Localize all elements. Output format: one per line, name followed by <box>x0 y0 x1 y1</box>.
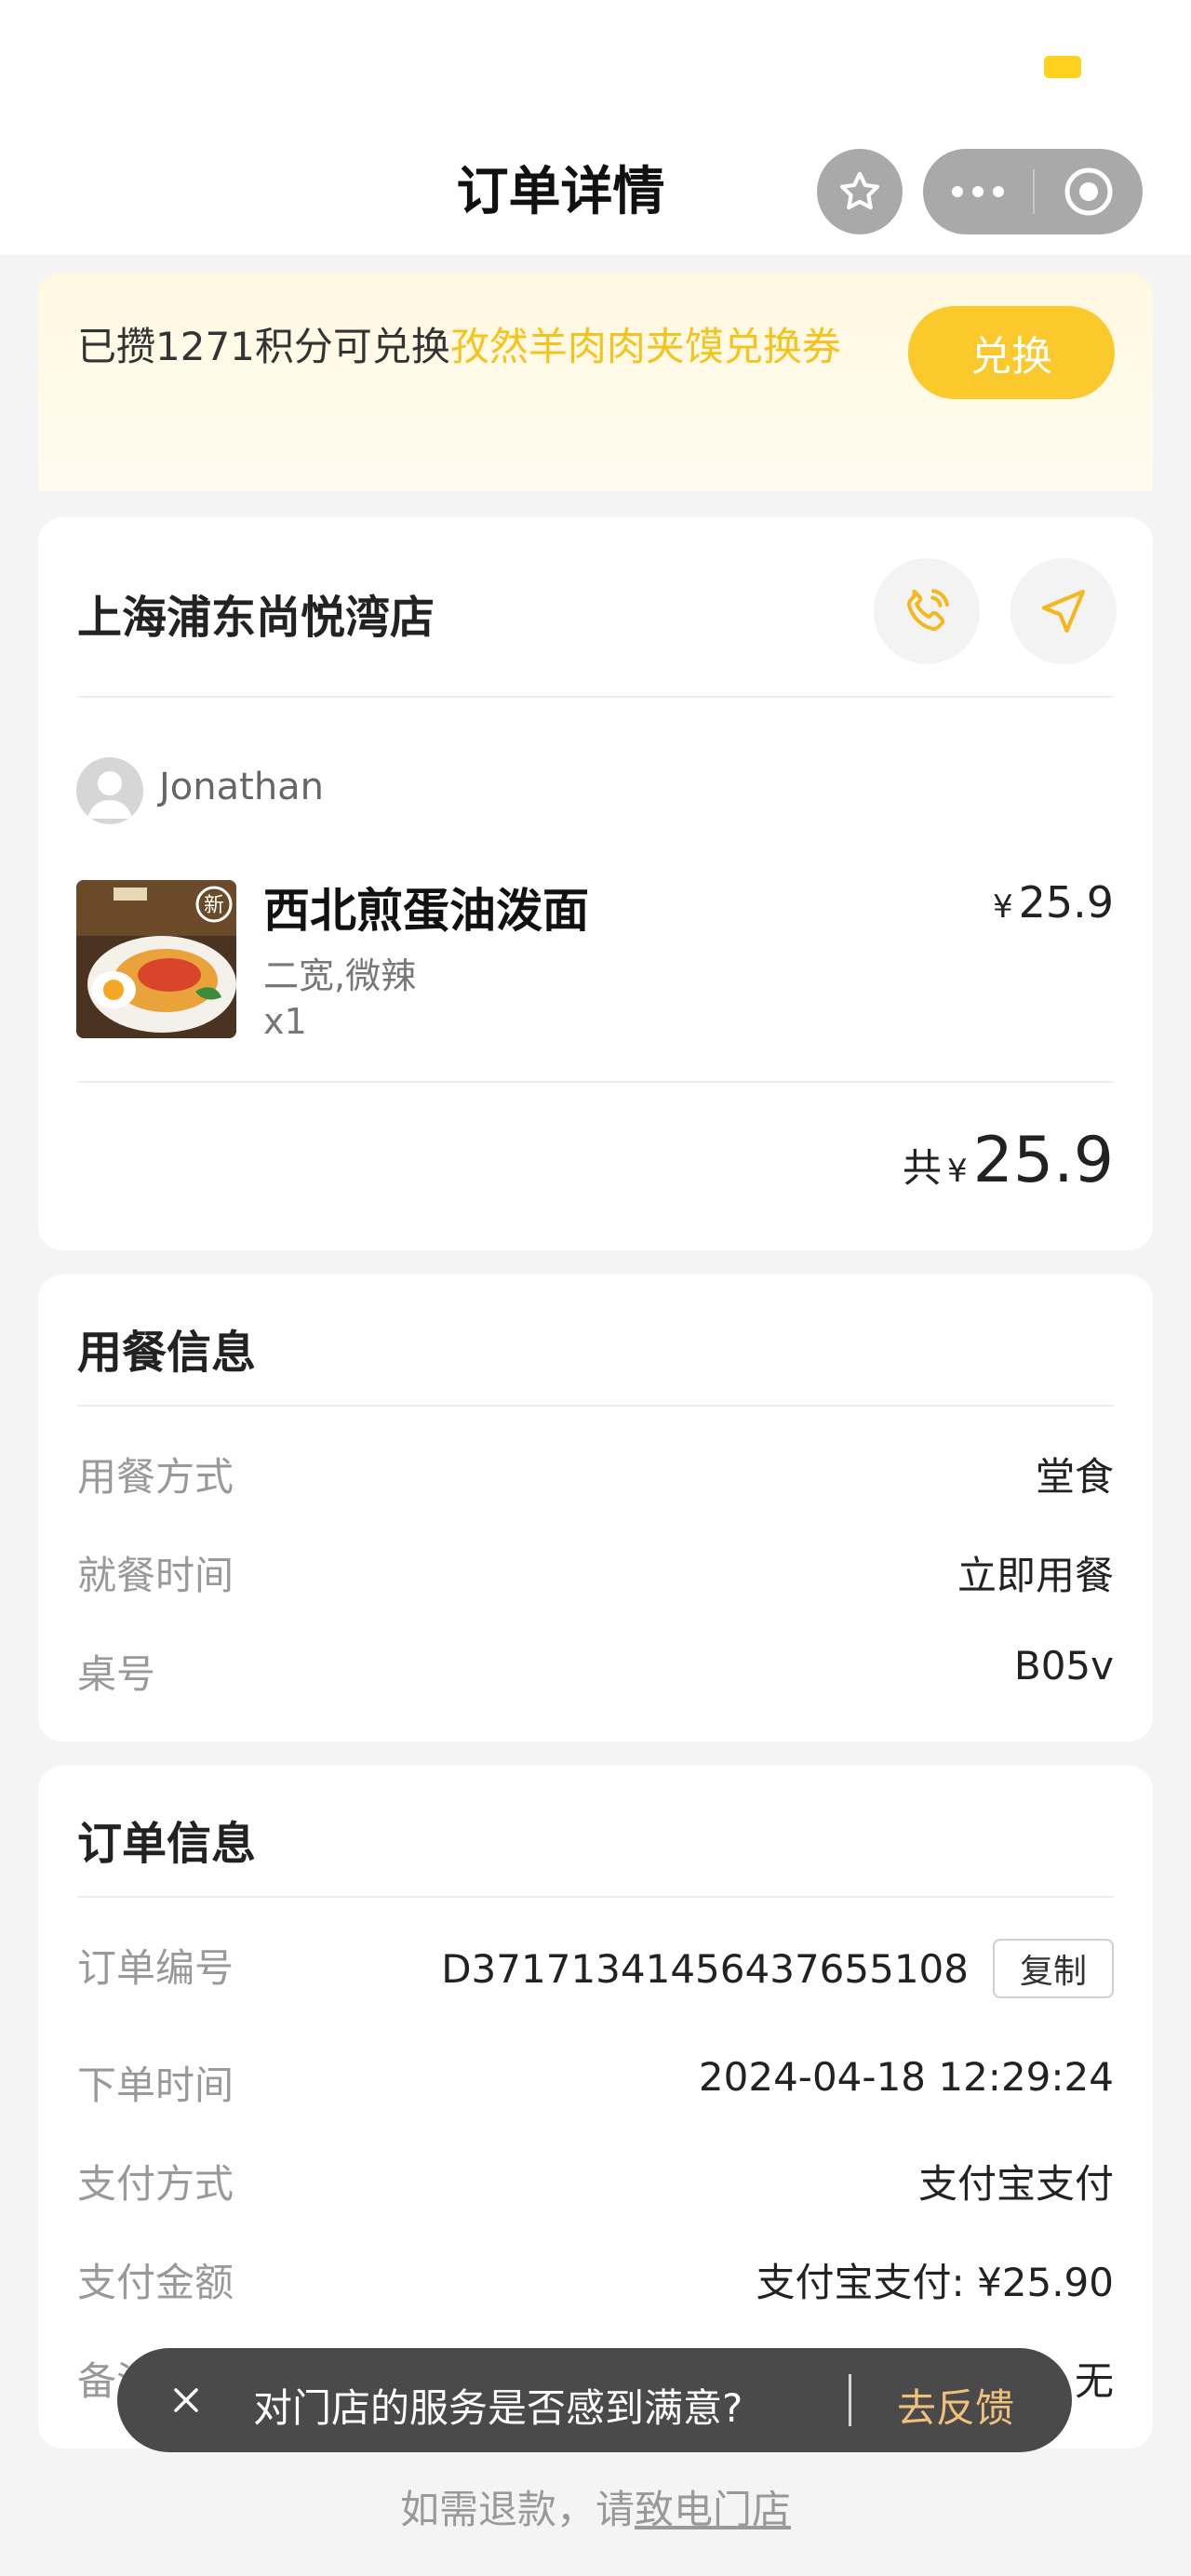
feedback-toast: 对门店的服务是否感到满意? 去反馈 <box>117 2348 1072 2452</box>
close-toast-button[interactable] <box>160 2374 212 2426</box>
voucher-name[interactable]: 孜然羊肉肉夹馍兑换券 <box>450 324 841 369</box>
points-message-prefix: 已攒1271积分可兑换 <box>77 324 450 369</box>
battery-icon <box>1044 56 1081 78</box>
user-name: Jonathan <box>159 766 325 808</box>
dining-info-card: 用餐信息 用餐方式 堂食 就餐时间 立即用餐 桌号 B05v <box>38 1275 1153 1742</box>
target-circle-icon <box>1064 167 1113 216</box>
navigation-arrow-icon <box>1041 589 1086 634</box>
favorite-button[interactable] <box>817 149 903 234</box>
dining-time-label: 就餐时间 <box>77 1553 234 1598</box>
table-number-value: B05v <box>1013 1643 1114 1688</box>
dining-method-label: 用餐方式 <box>77 1454 234 1500</box>
dining-method-value: 堂食 <box>1035 1454 1114 1500</box>
total-amount: 25.9 <box>972 1124 1114 1197</box>
toast-divider <box>849 2374 851 2426</box>
section-title: 订单信息 <box>77 1818 257 1870</box>
table-number-label: 桌号 <box>77 1651 156 1697</box>
refund-note: 如需退款，请致电门店 <box>0 2478 1191 2535</box>
payment-method-value: 支付宝支付 <box>917 2161 1114 2207</box>
toast-message: 对门店的服务是否感到满意? <box>253 2385 743 2431</box>
order-time-label: 下单时间 <box>77 2062 234 2108</box>
call-store-link[interactable]: 致电门店 <box>635 2487 791 2532</box>
close-mini-program-button[interactable] <box>1035 149 1143 234</box>
call-store-button[interactable] <box>874 558 980 664</box>
points-banner: 已攒1271积分可兑换孜然羊肉肉夹馍兑换券 兑换 <box>38 274 1153 491</box>
feedback-link[interactable]: 去反馈 <box>897 2377 1014 2434</box>
mini-program-capsule <box>923 149 1143 234</box>
navigate-button[interactable] <box>1010 558 1117 664</box>
order-info-card: 订单信息 订单编号 D37171341456437655108 复制 下单时间 … <box>38 1766 1153 2449</box>
order-number-label: 订单编号 <box>77 1945 234 1991</box>
item-price-value: 25.9 <box>1018 877 1114 928</box>
item-quantity: x1 <box>263 1001 307 1042</box>
more-button[interactable] <box>923 149 1033 234</box>
new-badge: 新 <box>204 894 224 917</box>
currency-symbol: ¥ <box>946 1153 968 1190</box>
dish-image: 新 <box>76 880 236 1038</box>
order-number-value: D37171341456437655108 <box>441 1946 969 1992</box>
copy-button[interactable]: 复制 <box>993 1939 1114 1998</box>
status-bar <box>0 0 1191 140</box>
dining-time-value: 立即用餐 <box>957 1553 1114 1598</box>
payment-method-label: 支付方式 <box>77 2161 234 2207</box>
item-price: ¥25.9 <box>993 877 1114 928</box>
redeem-button[interactable]: 兑换 <box>908 306 1115 399</box>
points-message: 已攒1271积分可兑换孜然羊肉肉夹馍兑换券 <box>77 307 896 387</box>
store-card: 上海浦东尚悦湾店 Jonathan 新 西北煎蛋油泼面 二宽,微辣 x1 ¥25… <box>38 517 1153 1250</box>
phone-icon <box>907 589 949 631</box>
refund-note-text: 如需退款，请 <box>399 2487 635 2532</box>
star-icon <box>839 171 880 210</box>
divider <box>77 1896 1114 1898</box>
item-spec: 二宽,微辣 <box>263 955 417 996</box>
remark-value: 无 <box>1074 2358 1114 2404</box>
divider <box>77 696 1114 698</box>
nav-bar: 订单详情 <box>0 140 1191 255</box>
payment-amount-label: 支付金额 <box>77 2260 234 2305</box>
total-label: 共 <box>902 1145 942 1191</box>
currency-symbol: ¥ <box>992 888 1013 926</box>
item-name: 西北煎蛋油泼面 <box>263 884 589 938</box>
close-icon <box>174 2388 198 2412</box>
more-dots-icon <box>952 186 1004 197</box>
divider <box>77 1081 1114 1083</box>
avatar <box>76 757 143 824</box>
section-title: 用餐信息 <box>77 1327 257 1379</box>
payment-amount-value: 支付宝支付: ¥25.90 <box>756 2260 1114 2305</box>
divider <box>77 1405 1114 1407</box>
order-total: 共 ¥25.9 <box>903 1124 1114 1197</box>
store-name: 上海浦东尚悦湾店 <box>77 592 435 644</box>
order-time-value: 2024-04-18 12:29:24 <box>698 2054 1114 2100</box>
